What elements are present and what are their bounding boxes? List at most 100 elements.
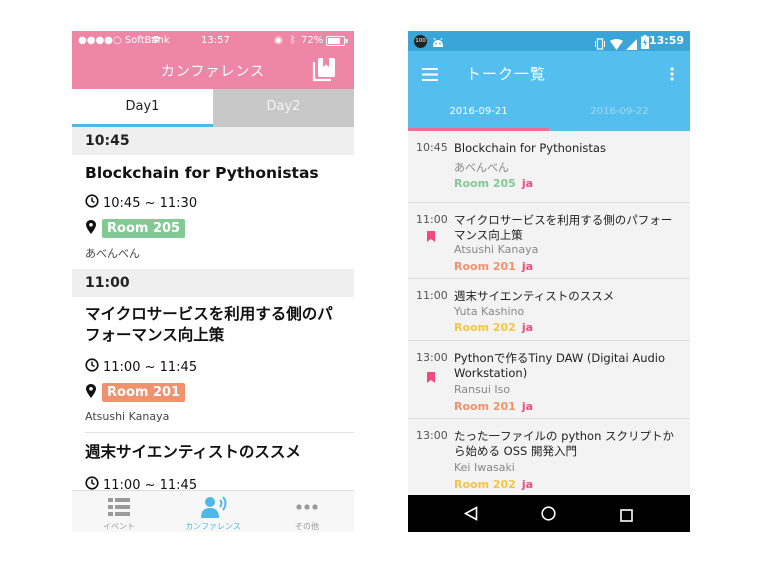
time-header: 10:45 <box>72 127 354 155</box>
list-item[interactable]: 11:00 マイクロサービスを利用する側のパフォーマンス向上策 Atsushi … <box>408 203 690 279</box>
clock-icon <box>85 194 99 212</box>
tab-day2[interactable]: Day2 <box>213 89 354 127</box>
bookmark-icon <box>427 368 435 383</box>
page-title: トーク一覧 <box>466 65 547 83</box>
bluetooth-icon: ᛒ <box>290 35 296 46</box>
home-icon[interactable] <box>541 506 556 525</box>
talk-title: たった一ファイルの python スクリプトから始める OSS 開発入門 <box>454 429 675 458</box>
time-header: 11:00 <box>72 269 354 297</box>
talk-time: 13:00 <box>416 429 448 442</box>
tab-2016-09-21[interactable]: 2016-09-21 <box>408 95 549 131</box>
talk-time: 11:00 <box>416 213 448 226</box>
tab-label: カンファレンス <box>185 522 241 531</box>
tab-events[interactable]: イベント <box>72 491 166 532</box>
bookmarks-icon[interactable] <box>311 56 337 82</box>
session-time: 10:45 ~ 11:30 <box>103 195 198 211</box>
talk-list: 10:45 Blockchain for Pythonistas あべんべん R… <box>408 131 690 495</box>
talk-room: Room 202 ja <box>454 478 533 491</box>
talk-speaker: Yuta Kashino <box>454 305 525 318</box>
speaker-name: あべんべん <box>85 247 140 260</box>
session-title[interactable]: Blockchain for Pythonistas <box>85 163 347 184</box>
bookmark-icon <box>427 227 435 242</box>
talk-speaker: あべんべん <box>454 161 509 174</box>
clock-icon <box>85 476 99 490</box>
android-screenshot: 100 13:59 トーク一覧 2016-09-21 2016-09-22 10… <box>408 31 690 532</box>
android-toolbar: トーク一覧 <box>408 51 690 95</box>
tab-2016-09-22[interactable]: 2016-09-22 <box>549 95 690 131</box>
battery-icon <box>326 36 348 49</box>
alarm-icon: ◉ <box>274 35 283 46</box>
room-name: Room 201 <box>454 260 516 273</box>
back-icon[interactable] <box>463 506 478 525</box>
wifi-icon <box>151 35 161 47</box>
ios-tab-bar: イベント カンファレンス その他 <box>72 490 354 532</box>
list-item[interactable]: 11:00 週末サイエンティストのススメ Yuta Kashino Room 2… <box>408 279 690 341</box>
list-item[interactable]: 10:45 Blockchain for Pythonistas あべんべん R… <box>408 131 690 203</box>
talk-title: Blockchain for Pythonistas <box>454 141 606 155</box>
lang-tag: ja <box>521 177 534 190</box>
session-room-row: Room 201 <box>85 383 186 402</box>
location-pin-icon <box>85 383 97 402</box>
battery-percent: 72% <box>301 35 324 46</box>
status-time: 13:59 <box>648 34 684 47</box>
android-nav-bar <box>408 495 690 532</box>
talk-speaker: Ransui Iso <box>454 383 511 396</box>
session-time-row: 11:00 ~ 11:45 <box>85 476 197 490</box>
speaker-icon <box>201 496 227 518</box>
room-name: Room 201 <box>454 400 516 413</box>
session-time: 11:00 ~ 11:45 <box>103 477 198 491</box>
android-status-bar: 100 13:59 <box>408 31 690 51</box>
talk-title: マイクロサービスを利用する側のパフォーマンス向上策 <box>454 213 673 242</box>
tab-label: イベント <box>103 522 135 531</box>
clock-icon <box>85 358 99 376</box>
lang-tag: ja <box>521 400 534 413</box>
date-tabs: 2016-09-21 2016-09-22 <box>408 95 690 131</box>
talk-time: 13:00 <box>416 351 448 364</box>
talk-speaker: Atsushi Kanaya <box>454 243 539 256</box>
talk-room: Room 202 ja <box>454 321 533 334</box>
room-name: Room 202 <box>454 321 516 334</box>
lang-tag: ja <box>521 321 534 334</box>
status-time: 13:57 <box>201 35 230 46</box>
room-name: Room 202 <box>454 478 516 491</box>
recents-icon[interactable] <box>620 507 633 526</box>
tab-conference[interactable]: カンファレンス <box>166 491 260 532</box>
tab-others[interactable]: その他 <box>260 491 354 532</box>
talk-time: 11:00 <box>416 289 448 302</box>
tab-day1[interactable]: Day1 <box>72 89 213 127</box>
room-badge: Room 205 <box>102 219 186 238</box>
notification-badge: 100 <box>414 35 427 48</box>
list-item[interactable]: 13:00 Pythonで作るTiny DAW (Digitai Audio W… <box>408 341 690 419</box>
session-time-row: 10:45 ~ 11:30 <box>85 194 197 212</box>
session-list: 10:45 Blockchain for Pythonistas 10:45 ~… <box>72 127 354 490</box>
talk-room: Room 205 ja <box>454 177 533 190</box>
talk-room: Room 201 ja <box>454 260 533 273</box>
divider <box>85 432 354 433</box>
ios-status-bar: ●●●●○ SoftBank 13:57 ◉ ᛒ 72% <box>72 31 354 51</box>
location-pin-icon <box>85 219 97 238</box>
session-time: 11:00 ~ 11:45 <box>103 359 198 375</box>
speaker-name: Atsushi Kanaya <box>85 410 170 423</box>
ios-screenshot: ●●●●○ SoftBank 13:57 ◉ ᛒ 72% カンファレンス Day… <box>72 31 354 532</box>
day-tabs: Day1 Day2 <box>72 89 354 127</box>
room-badge: Room 201 <box>102 383 186 402</box>
room-name: Room 205 <box>454 177 516 190</box>
overflow-icon[interactable] <box>670 66 674 85</box>
session-title[interactable]: マイクロサービスを利用する側のパフォーマンス向上策 <box>85 304 347 346</box>
hamburger-icon[interactable] <box>422 66 438 85</box>
session-room-row: Room 205 <box>85 219 186 238</box>
ios-nav-bar: カンファレンス <box>72 51 354 89</box>
list-icon <box>107 496 131 518</box>
more-icon <box>295 496 319 518</box>
lang-tag: ja <box>521 478 534 491</box>
talk-title: Pythonで作るTiny DAW (Digitai Audio Worksta… <box>454 351 666 380</box>
session-title[interactable]: 週末サイエンティストのススメ <box>85 442 347 463</box>
lang-tag: ja <box>521 260 534 273</box>
talk-title: 週末サイエンティストのススメ <box>454 289 615 303</box>
session-time-row: 11:00 ~ 11:45 <box>85 358 197 376</box>
talk-room: Room 201 ja <box>454 400 533 413</box>
tab-label: その他 <box>295 522 319 531</box>
list-item[interactable]: 13:00 たった一ファイルの python スクリプトから始める OSS 開発… <box>408 419 690 495</box>
talk-time: 10:45 <box>416 141 448 154</box>
talk-speaker: Kei Iwasaki <box>454 461 515 474</box>
